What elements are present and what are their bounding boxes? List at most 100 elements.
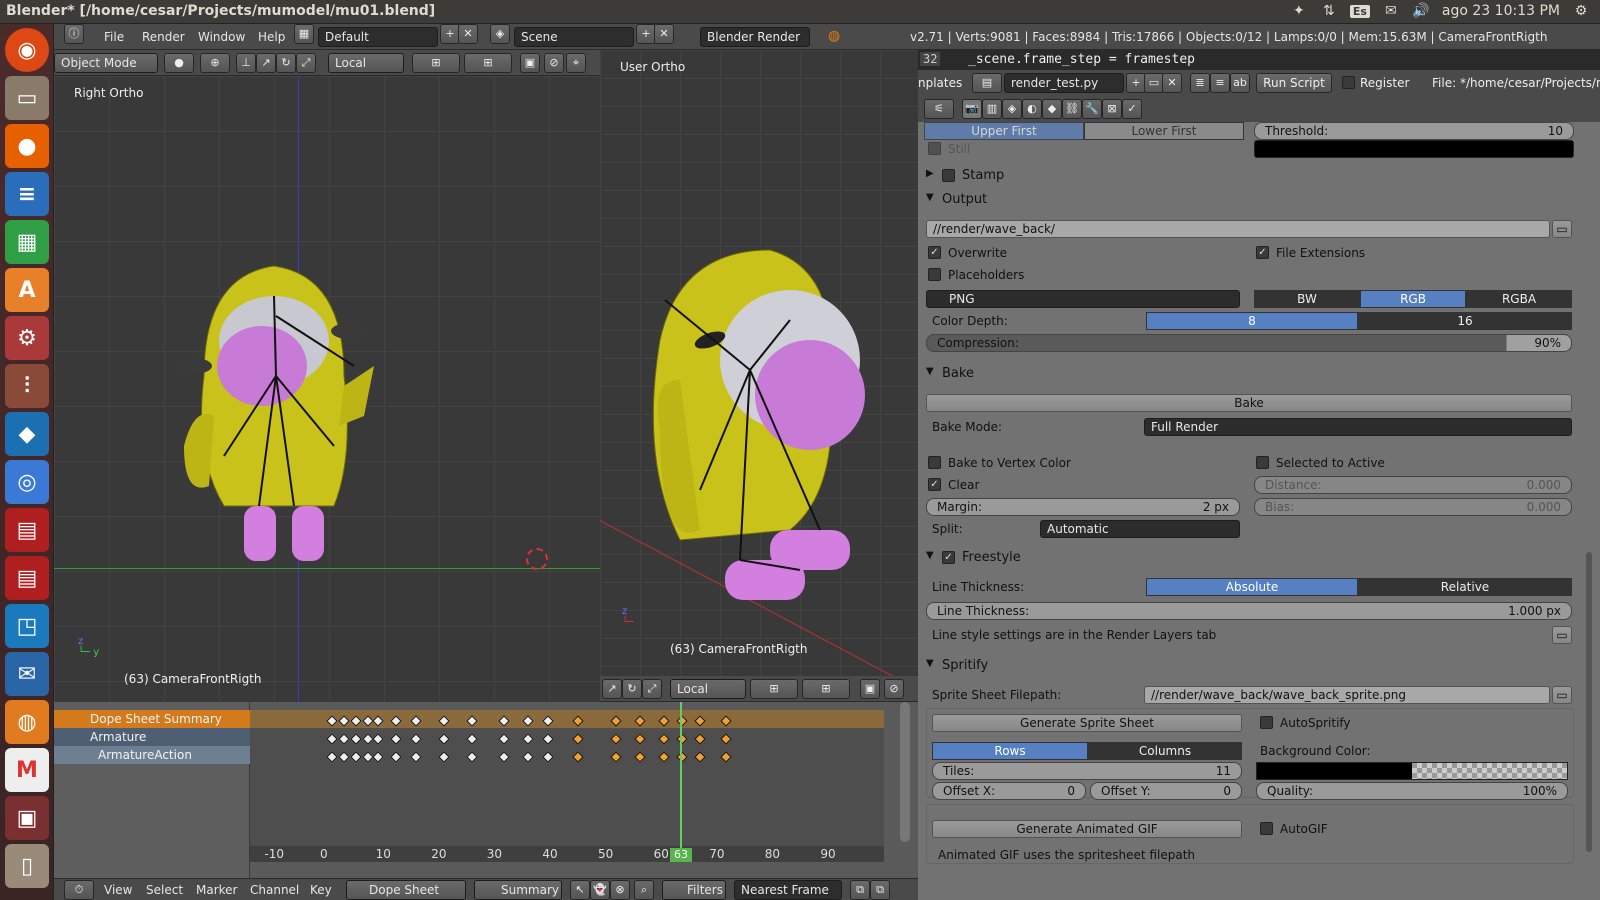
stamp-panel-header[interactable]: ▶ Stamp — [924, 166, 1580, 188]
world-tab-icon[interactable]: ◐ — [1022, 99, 1042, 119]
generate-sprite-sheet-button[interactable]: Generate Sprite Sheet — [932, 714, 1242, 732]
menu-marker[interactable]: Marker — [196, 883, 237, 897]
quality-slider[interactable]: Quality: 100% — [1256, 782, 1568, 800]
translate-icon[interactable]: ↗ — [602, 679, 622, 699]
register-checkbox[interactable] — [1342, 76, 1355, 89]
freestyle-checkbox[interactable]: ✓ — [942, 551, 955, 564]
scene-field[interactable]: Scene — [514, 27, 634, 47]
trash-icon[interactable]: ▯ — [5, 844, 49, 888]
orientation-select-right[interactable]: Local — [670, 679, 746, 699]
bake-vertex-color-checkbox[interactable] — [928, 456, 941, 469]
output-path-browse-button[interactable]: ▭ — [1552, 220, 1572, 238]
filezilla-icon[interactable]: ▤ — [5, 556, 49, 600]
viewport-canvas[interactable]: Right Ortho z └─ y (63) CameraFrontRigth — [54, 76, 600, 702]
bias-field[interactable]: Bias: 0.000 — [1254, 498, 1572, 516]
channel-armature[interactable]: Armature — [54, 728, 250, 746]
shading-solid-icon[interactable]: ● — [164, 53, 194, 73]
scene-icon[interactable]: ◈ — [490, 24, 510, 44]
current-frame-indicator[interactable]: 63 — [670, 848, 692, 862]
search-icon[interactable]: ⌕ — [634, 880, 654, 900]
new-text-icon[interactable]: + — [1126, 73, 1146, 93]
tiles-field[interactable]: Tiles: 11 — [932, 762, 1242, 780]
manipulator-icon[interactable]: ⊥ — [236, 53, 256, 73]
output-panel-header[interactable]: ▼ Output — [924, 190, 1580, 212]
text-editor[interactable]: 32 _scene.frame_step = framestep — [918, 50, 1600, 70]
still-color-swatch[interactable] — [1254, 140, 1574, 158]
color-mode-bw[interactable]: BW — [1254, 290, 1360, 308]
file-extensions-checkbox[interactable]: ✓ — [1256, 246, 1269, 259]
menu-select[interactable]: Select — [146, 883, 183, 897]
file-format-select[interactable]: PNG — [926, 290, 1240, 308]
run-script-button[interactable]: Run Script — [1256, 73, 1332, 93]
workspace-icon[interactable]: ▣ — [5, 796, 49, 840]
freestyle-panel-header[interactable]: ▼ ✓ Freestyle — [924, 548, 1580, 570]
paste-keys-icon[interactable]: ⧉ — [870, 880, 890, 900]
appinventor-icon[interactable]: ◳ — [5, 604, 49, 648]
timeline-ruler[interactable] — [250, 846, 884, 862]
info-editor-icon[interactable]: ⓘ — [64, 24, 84, 44]
color-depth-16[interactable]: 16 — [1358, 312, 1572, 330]
writer-icon[interactable]: ≡ — [5, 172, 49, 216]
show-errors-icon[interactable]: ⊗ — [610, 880, 630, 900]
menu-channel[interactable]: Channel — [250, 883, 299, 897]
screen-layout-icon[interactable]: ▦ — [294, 24, 314, 44]
autogif-checkbox[interactable] — [1260, 822, 1273, 835]
object-tab-icon[interactable]: ◆ — [1042, 99, 1062, 119]
color-mode-rgba[interactable]: RGBA — [1466, 290, 1572, 308]
mail-icon[interactable]: ✉ — [1382, 3, 1400, 19]
channel-summary[interactable]: Dope Sheet Summary — [54, 710, 250, 728]
dopesheet-scrollbar[interactable] — [900, 702, 910, 842]
summary-toggle[interactable]: Summary — [474, 880, 562, 900]
orientation-select[interactable]: Local — [328, 53, 404, 73]
line-thickness-field[interactable]: Line Thickness: 1.000 px — [926, 602, 1572, 620]
menu-file[interactable]: File — [104, 30, 124, 44]
chromium-icon[interactable]: ◎ — [5, 460, 49, 504]
bone-tab-icon[interactable]: ✓ — [1122, 99, 1142, 119]
firefox-icon[interactable]: ● — [5, 124, 49, 168]
generate-gif-button[interactable]: Generate Animated GIF — [932, 820, 1242, 838]
scene-tab-icon[interactable]: ◈ — [1002, 99, 1022, 119]
settings-gear-icon[interactable]: ⚙ — [1572, 3, 1590, 19]
virtualbox-icon[interactable]: ◆ — [5, 412, 49, 456]
text-file-field[interactable]: render_test.py — [1004, 73, 1124, 93]
properties-editor-icon[interactable]: ⚟ — [924, 99, 954, 119]
system-monitor-icon[interactable]: ⫶ — [5, 364, 49, 408]
threshold-field[interactable]: Threshold: 10 — [1254, 122, 1574, 140]
overwrite-checkbox[interactable]: ✓ — [928, 246, 941, 259]
show-hidden-icon[interactable]: 👻 — [590, 880, 610, 900]
syntax-highlight-icon[interactable]: ab — [1230, 73, 1250, 93]
proportional-edit-icon[interactable]: ⊘ — [884, 679, 904, 699]
auto-snap-select[interactable]: Nearest Frame — [734, 880, 842, 900]
mode-select[interactable]: Object Mode — [54, 53, 158, 73]
scale-icon[interactable]: ⤢ — [642, 679, 662, 699]
selected-to-active-checkbox[interactable] — [1256, 456, 1269, 469]
clock[interactable]: ago 23 10:13 PM — [1442, 3, 1560, 19]
gmail-icon[interactable]: M — [5, 748, 49, 792]
menu-render[interactable]: Render — [142, 30, 185, 44]
viewport-canvas-right[interactable]: User Ortho z └─ (63) CameraFrontRigth — [600, 50, 918, 702]
dropbox-icon[interactable]: ✦ — [1290, 3, 1308, 19]
background-color-swatch[interactable] — [1256, 762, 1568, 780]
text-datablock-icon[interactable]: ▤ — [972, 73, 1002, 93]
placeholders-checkbox[interactable] — [928, 268, 941, 281]
software-center-icon[interactable]: A — [5, 268, 49, 312]
clear-checkbox[interactable]: ✓ — [928, 478, 941, 491]
screen-layout-field[interactable]: Default — [318, 27, 438, 47]
constraints-tab-icon[interactable]: ⛓ — [1062, 99, 1082, 119]
unlink-text-icon[interactable]: ✕ — [1162, 73, 1182, 93]
split-select[interactable]: Automatic — [1040, 520, 1240, 538]
properties-panel[interactable]: Upper First Lower First Threshold: 10 Sti… — [918, 122, 1600, 900]
lower-first-button[interactable]: Lower First — [1084, 122, 1244, 140]
rotate-icon[interactable]: ↻ — [622, 679, 642, 699]
color-depth-8[interactable]: 8 — [1146, 312, 1358, 330]
render-tab-icon[interactable]: 📷 — [962, 99, 982, 119]
layers-icon[interactable]: ⊞ — [750, 679, 798, 699]
translate-icon[interactable]: ↗ — [256, 53, 276, 73]
compression-slider[interactable]: Compression: 90% — [926, 334, 1572, 352]
dopesheet-editor-icon[interactable]: ⏱ — [64, 880, 94, 900]
remove-scene-icon[interactable]: ✕ — [654, 24, 674, 44]
layout-columns[interactable]: Columns — [1088, 742, 1242, 760]
lock-camera-icon[interactable]: ▣ — [860, 679, 880, 699]
sprite-filepath-field[interactable]: //render/wave_back/wave_back_sprite.png — [1144, 686, 1550, 704]
only-selected-icon[interactable]: ↖ — [570, 880, 590, 900]
